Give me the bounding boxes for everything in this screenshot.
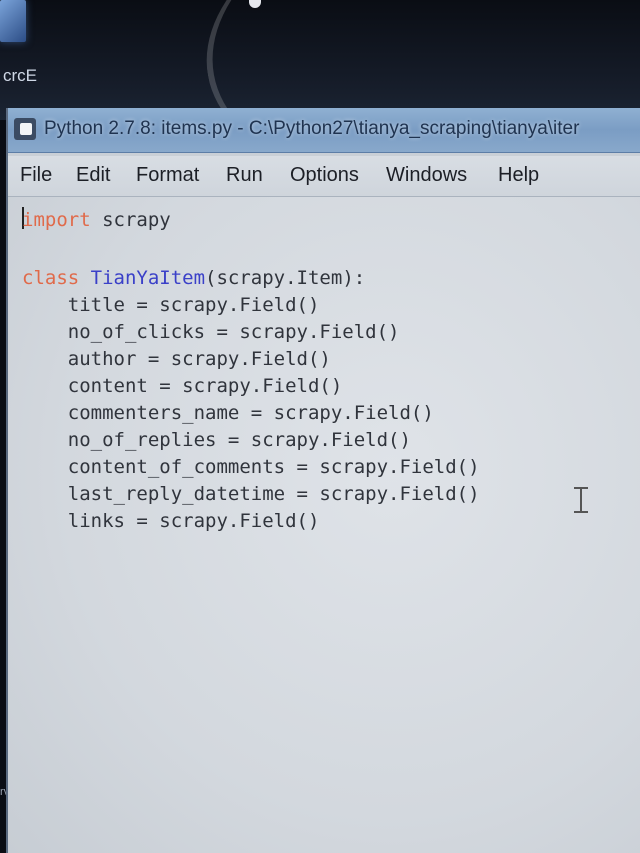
code-line-field[interactable]: author = scrapy.Field() [22, 348, 331, 370]
code-line-field[interactable]: commenters_name = scrapy.Field() [22, 402, 434, 424]
window-title: Python 2.7.8: items.py - C:\Python27\tia… [44, 118, 580, 139]
idle-editor-window: Python 2.7.8: items.py - C:\Python27\tia… [6, 108, 640, 853]
desktop-background: crcE [0, 0, 640, 224]
code-editor[interactable]: import scrapy class TianYaItem(scrapy.It… [8, 197, 640, 853]
menu-file[interactable]: File [20, 164, 52, 187]
keyword-import: import [22, 209, 91, 231]
ibeam-cursor-icon [574, 487, 588, 513]
desktop-shortcut-label[interactable]: crcE [3, 66, 37, 86]
code-line-field[interactable]: no_of_replies = scrapy.Field() [22, 429, 411, 451]
desktop-shortcut-icon[interactable] [0, 0, 26, 42]
code-line-field[interactable]: content_of_comments = scrapy.Field() [22, 456, 480, 478]
code-line-import[interactable]: import scrapy [22, 209, 171, 231]
menu-windows[interactable]: Windows [386, 164, 467, 187]
code-line-field[interactable]: links = scrapy.Field() [22, 510, 320, 532]
window-titlebar[interactable]: Python 2.7.8: items.py - C:\Python27\tia… [8, 108, 640, 153]
menu-options[interactable]: Options [290, 164, 359, 187]
code-line-field[interactable]: no_of_clicks = scrapy.Field() [22, 321, 400, 343]
screen: crcE rv Python 2.7.8: items.py - C:\Pyth… [0, 0, 640, 853]
code-line-field[interactable]: content = scrapy.Field() [22, 375, 343, 397]
menu-bar: File Edit Format Run Options Windows Hel… [8, 156, 640, 197]
code-line-field[interactable]: last_reply_datetime = scrapy.Field() [22, 483, 480, 505]
class-name: TianYaItem [79, 267, 206, 289]
import-module: scrapy [90, 209, 171, 231]
menu-help[interactable]: Help [498, 164, 539, 187]
python-file-icon[interactable] [14, 118, 36, 140]
menu-run[interactable]: Run [226, 164, 263, 187]
code-line-field[interactable]: title = scrapy.Field() [22, 294, 320, 316]
class-base: (scrapy.Item): [205, 267, 366, 289]
menu-edit[interactable]: Edit [76, 164, 110, 187]
code-line-class[interactable]: class TianYaItem(scrapy.Item): [22, 267, 365, 289]
keyword-class: class [22, 267, 80, 289]
menu-format[interactable]: Format [136, 164, 199, 187]
